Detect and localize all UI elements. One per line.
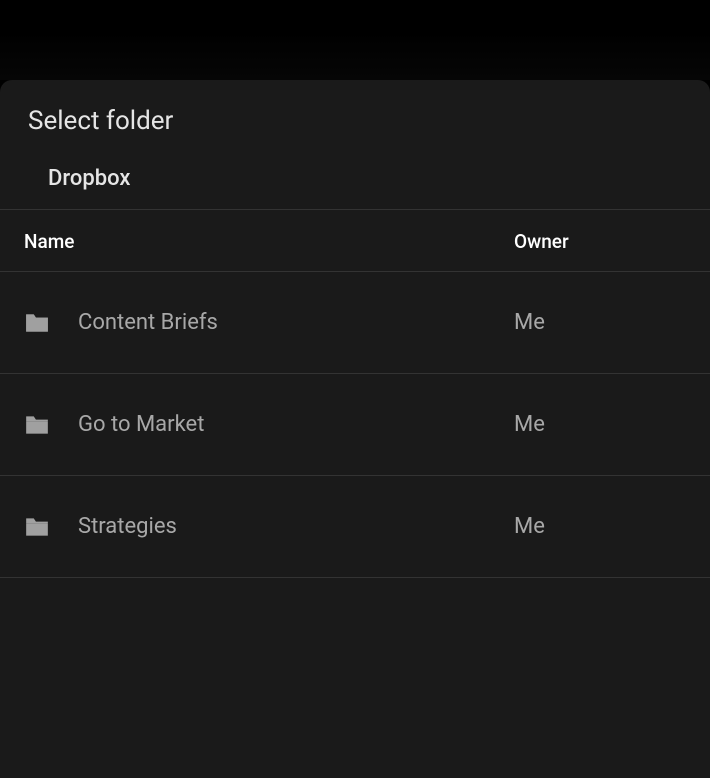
column-header-owner[interactable]: Owner <box>514 230 686 253</box>
top-shadow <box>0 0 710 80</box>
column-header-name[interactable]: Name <box>24 230 514 253</box>
folder-row-strategies[interactable]: Strategies Me <box>0 476 710 578</box>
folder-icon <box>24 312 50 334</box>
folder-name: Go to Market <box>78 412 514 437</box>
folder-icon <box>24 414 50 436</box>
breadcrumb[interactable]: Dropbox <box>0 156 710 209</box>
table-header: Name Owner <box>0 209 710 272</box>
folder-row-go-to-market[interactable]: Go to Market Me <box>0 374 710 476</box>
folder-row-content-briefs[interactable]: Content Briefs Me <box>0 272 710 374</box>
folder-icon <box>24 516 50 538</box>
folder-name: Strategies <box>78 514 514 539</box>
folder-name: Content Briefs <box>78 310 514 335</box>
folder-owner: Me <box>514 310 686 335</box>
folder-owner: Me <box>514 412 686 437</box>
select-folder-modal: Select folder Dropbox Name Owner Content… <box>0 80 710 778</box>
folder-owner: Me <box>514 514 686 539</box>
modal-title: Select folder <box>0 80 710 156</box>
